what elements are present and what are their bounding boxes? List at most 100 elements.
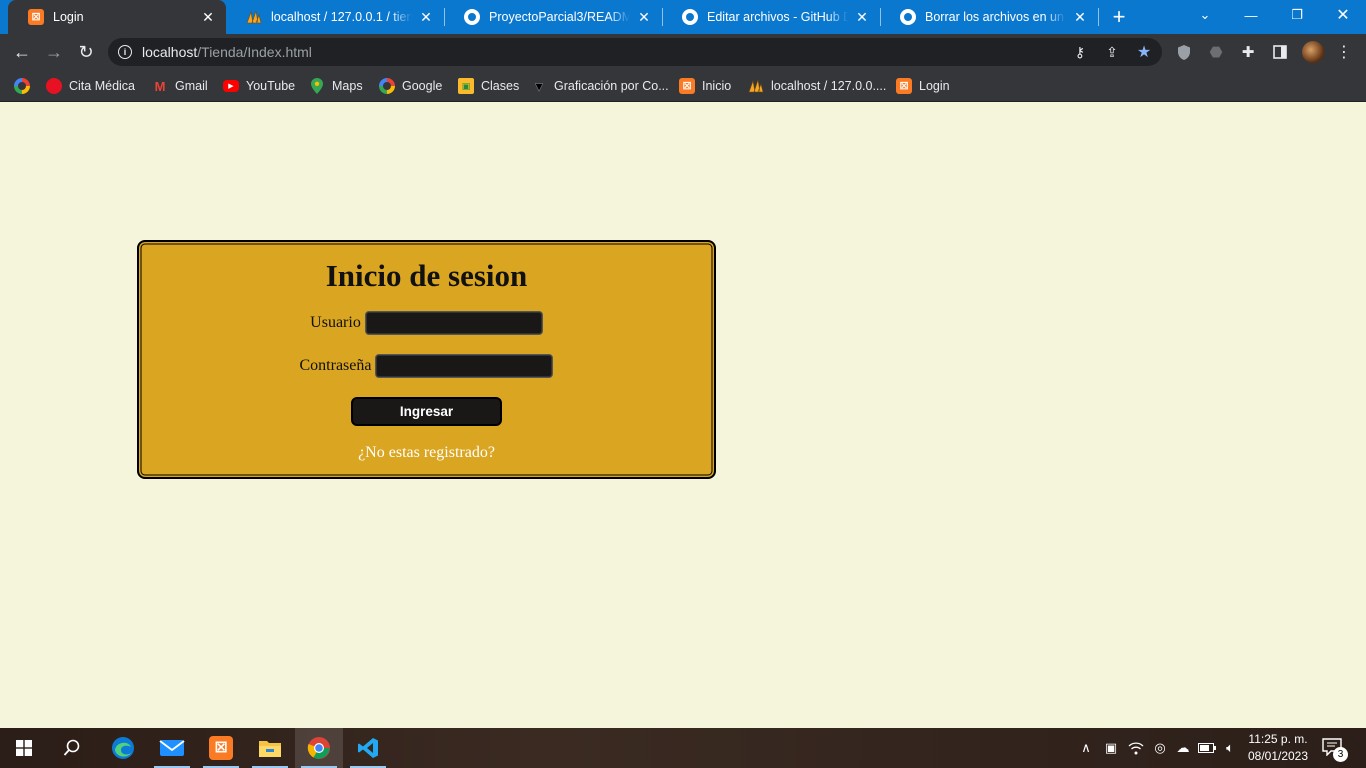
login-form: Inicio de sesion Usuario Contraseña Ingr… xyxy=(137,240,716,479)
file-explorer-icon[interactable] xyxy=(246,728,294,768)
phpmyadmin-icon xyxy=(748,78,764,94)
bookmark-graficacion[interactable]: ▼ Graficación por Co... xyxy=(531,76,668,96)
close-icon[interactable]: ✕ xyxy=(854,9,870,25)
forward-button[interactable]: → xyxy=(42,40,66,64)
close-window-button[interactable]: ✕ xyxy=(1320,0,1366,30)
battery-icon[interactable] xyxy=(1197,740,1217,756)
bookmark-youtube[interactable]: ▶ YouTube xyxy=(223,76,295,96)
xampp-icon[interactable]: ⊠ xyxy=(197,728,245,768)
search-icon[interactable] xyxy=(48,728,96,768)
xampp-icon: ⊠ xyxy=(28,9,44,25)
windows-taskbar: ⊠ ∧ ▣ ◎ ☁ 🔈︎ 11:25 p. m. 08/01/2023 3 xyxy=(0,728,1366,768)
new-tab-button[interactable]: + xyxy=(1108,4,1130,29)
share-icon[interactable]: ⇪ xyxy=(1102,42,1122,62)
github-icon xyxy=(682,9,698,25)
username-input[interactable] xyxy=(364,311,543,335)
youtube-icon: ▶ xyxy=(223,80,239,92)
tab-title: Login xyxy=(53,10,84,24)
onedrive-icon[interactable]: ☁ xyxy=(1173,740,1193,756)
notification-center-button[interactable]: 3 xyxy=(1322,738,1348,762)
bookmark-label: Google xyxy=(402,79,443,93)
bookmark-label: Login xyxy=(919,79,950,93)
bookmark-label: Clases xyxy=(481,79,520,93)
bookmark-label: Gmail xyxy=(175,79,208,93)
bookmark-gmail[interactable]: M Gmail xyxy=(152,76,208,96)
tab-title: Editar archivos - GitHub Docs xyxy=(707,10,848,24)
close-icon[interactable]: ✕ xyxy=(200,9,216,25)
chrome-icon[interactable] xyxy=(295,728,343,768)
gmail-icon: M xyxy=(154,78,166,94)
red-dot-icon xyxy=(46,78,62,94)
tab-title: localhost / 127.0.0.1 / tienda xyxy=(271,10,412,24)
bookmark-label: Inicio xyxy=(702,79,732,93)
bookmark-label: YouTube xyxy=(246,79,296,93)
url-path: /Tienda/Index.html xyxy=(197,44,312,60)
tab-readme[interactable]: ProyectoParcial3/README.md ✕ xyxy=(444,0,662,34)
mail-icon[interactable] xyxy=(148,728,196,768)
shield-extension-icon[interactable] xyxy=(1174,42,1194,62)
close-icon[interactable]: ✕ xyxy=(1072,9,1088,25)
windows-start-icon[interactable] xyxy=(0,728,48,768)
classroom-icon: ▣ xyxy=(458,78,474,94)
password-input[interactable] xyxy=(375,354,554,378)
wifi-icon[interactable] xyxy=(1126,740,1146,756)
tab-borrar-archivos[interactable]: Borrar los archivos en un repositorio ✕ xyxy=(880,0,1098,34)
extension-icon[interactable]: ⬣ xyxy=(1206,42,1226,62)
url-host: localhost xyxy=(142,44,198,60)
system-clock[interactable]: 11:25 p. m. 08/01/2023 xyxy=(1243,731,1313,765)
bookmark-login[interactable]: ⊠ Login xyxy=(896,76,950,96)
back-button[interactable]: ← xyxy=(10,40,34,64)
maps-icon xyxy=(309,78,325,94)
github-icon xyxy=(464,9,480,25)
restore-button[interactable]: ❐ xyxy=(1274,0,1320,30)
tab-strip: ⊠ Login ✕ localhost / 127.0.0.1 / tienda… xyxy=(0,0,1366,34)
tab-phpmyadmin[interactable]: localhost / 127.0.0.1 / tienda ✕ xyxy=(226,0,444,34)
bookmark-google-apps[interactable] xyxy=(14,76,37,96)
username-label: Usuario xyxy=(310,314,361,331)
xampp-icon: ⊠ xyxy=(679,78,695,94)
password-label: Contraseña xyxy=(299,357,372,374)
phpmyadmin-icon xyxy=(246,9,262,25)
address-bar[interactable]: i localhost/Tienda/Index.html ⚷ ⇪ ★ xyxy=(108,38,1162,66)
ingresar-button[interactable]: Ingresar xyxy=(351,397,502,426)
site-info-icon[interactable]: i xyxy=(118,45,132,59)
volume-icon[interactable]: 🔈︎ xyxy=(1220,740,1240,756)
minimize-button[interactable]: — xyxy=(1228,0,1274,30)
github-icon xyxy=(900,9,916,25)
bookmark-localhost[interactable]: localhost / 127.0.0.... xyxy=(748,76,886,96)
tab-title: ProyectoParcial3/README.md xyxy=(489,10,630,24)
page-viewport: Inicio de sesion Usuario Contraseña Ingr… xyxy=(0,103,1366,728)
bookmark-label: localhost / 127.0.0.... xyxy=(771,79,887,93)
meet-now-icon[interactable]: ◎ xyxy=(1150,740,1170,756)
network-device-icon[interactable]: ▣ xyxy=(1101,740,1121,756)
reload-button[interactable]: ↻ xyxy=(74,40,98,64)
chevron-up-icon[interactable]: ∧ xyxy=(1076,740,1096,756)
xampp-icon: ⊠ xyxy=(896,78,912,94)
tab-title: Borrar los archivos en un repositorio xyxy=(925,10,1066,24)
tab-github-docs[interactable]: Editar archivos - GitHub Docs ✕ xyxy=(662,0,880,34)
bookmark-star-icon[interactable]: ★ xyxy=(1134,42,1154,62)
key-icon[interactable]: ⚷ xyxy=(1070,42,1090,62)
bookmark-cita-medica[interactable]: Cita Médica xyxy=(46,76,135,96)
bookmark-google[interactable]: Google xyxy=(379,76,442,96)
more-menu-icon[interactable]: ⋮ xyxy=(1334,42,1354,62)
side-panel-icon[interactable] xyxy=(1270,42,1290,62)
bookmark-clases[interactable]: ▣ Clases xyxy=(458,76,519,96)
close-icon[interactable]: ✕ xyxy=(418,9,434,25)
notification-count-badge: 3 xyxy=(1333,747,1348,762)
puzzle-extensions-icon[interactable]: ✚ xyxy=(1238,42,1258,62)
close-icon[interactable]: ✕ xyxy=(636,9,652,25)
register-link[interactable]: ¿No estas registrado? xyxy=(139,444,714,462)
vercel-icon: ▼ xyxy=(532,78,546,94)
profile-avatar[interactable] xyxy=(1302,41,1324,63)
url-text[interactable]: localhost/Tienda/Index.html xyxy=(142,44,312,60)
tab-login[interactable]: ⊠ Login ✕ xyxy=(8,0,226,34)
bookmark-inicio[interactable]: ⊠ Inicio xyxy=(679,76,731,96)
bookmark-label: Maps xyxy=(332,79,363,93)
google-icon xyxy=(14,78,30,94)
bookmark-maps[interactable]: Maps xyxy=(309,76,363,96)
edge-icon[interactable] xyxy=(99,728,147,768)
tab-search-button[interactable]: ⌄ xyxy=(1182,0,1228,30)
clock-date: 08/01/2023 xyxy=(1247,749,1309,763)
vscode-icon[interactable] xyxy=(344,728,392,768)
